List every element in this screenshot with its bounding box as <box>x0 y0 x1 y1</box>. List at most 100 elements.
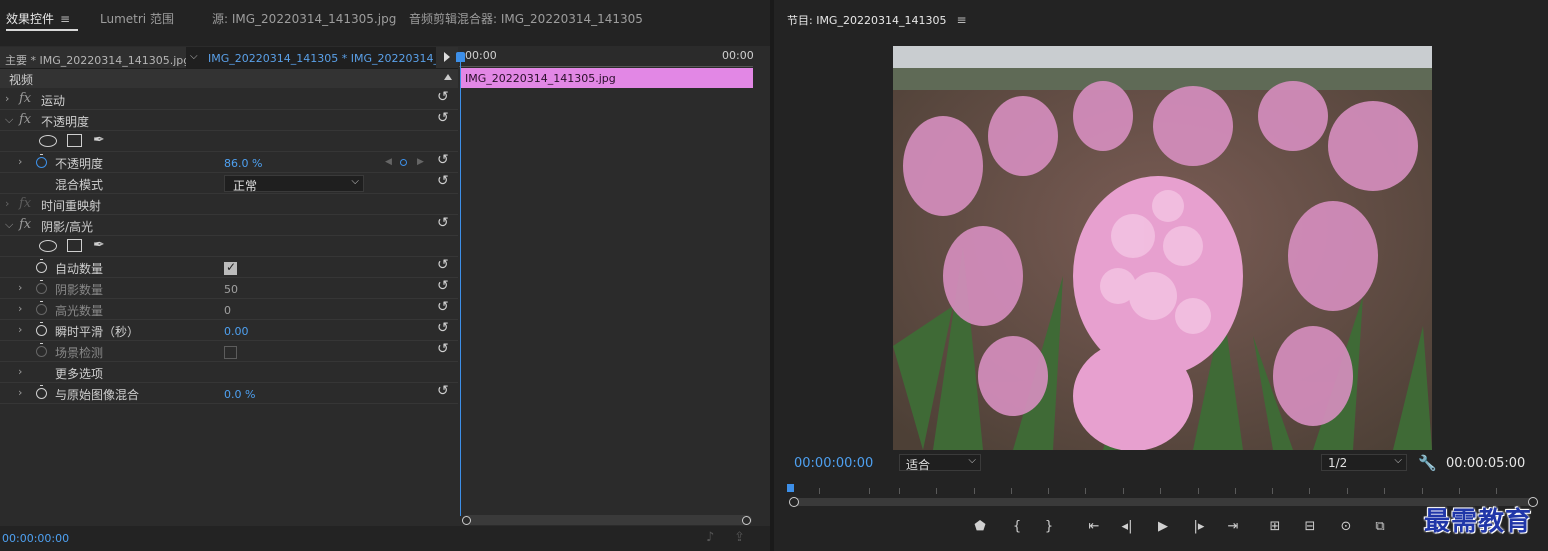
effect-timeline[interactable] <box>459 47 753 522</box>
stopwatch-icon <box>36 301 47 315</box>
chevron-right-icon[interactable]: › <box>18 365 22 378</box>
effect-row-motion[interactable] <box>0 89 458 110</box>
stopwatch-icon[interactable] <box>36 322 47 336</box>
zoom-handle-left[interactable] <box>789 497 799 507</box>
timeline-clip[interactable]: IMG_20220314_141305.jpg <box>461 68 753 88</box>
source-master-label[interactable]: 主要 * IMG_20220314_141305.jpg <box>5 52 190 68</box>
pen-mask-icon[interactable]: ✒ <box>93 132 105 148</box>
stopwatch-icon <box>36 343 47 357</box>
fx-icon[interactable]: fx <box>19 91 31 106</box>
program-time-ruler[interactable] <box>789 480 1535 496</box>
stopwatch-icon[interactable] <box>36 385 47 399</box>
reset-icon[interactable]: ↺ <box>437 110 449 126</box>
next-keyframe-icon[interactable]: ▶ <box>417 157 424 167</box>
settings-wrench-icon[interactable]: 🔧 <box>1418 454 1437 472</box>
blend-original-value[interactable]: 0.0 % <box>224 388 255 401</box>
tab-effect-controls[interactable]: 效果控件 ≡ <box>6 10 70 27</box>
fx-icon[interactable]: fx <box>19 112 31 127</box>
effect-label-opacity: 不透明度 <box>41 115 90 129</box>
reset-icon[interactable]: ↺ <box>437 152 449 168</box>
chevron-right-icon[interactable]: › <box>18 155 22 168</box>
opacity-value[interactable]: 86.0 % <box>224 157 262 170</box>
program-duration: 00:00:05:00 <box>1446 456 1526 471</box>
scrollbar-handle-right[interactable] <box>742 516 751 525</box>
watermark-logo: 最需教育 <box>1424 507 1533 537</box>
stopwatch-icon[interactable] <box>36 259 47 273</box>
reset-icon[interactable]: ↺ <box>437 320 449 336</box>
property-label-opacity: 不透明度 <box>55 157 104 171</box>
source-clip-selector[interactable]: IMG_20220314_141305 * IMG_20220314_... <box>186 47 436 68</box>
chevron-down-icon[interactable]: ⌵ <box>5 113 13 127</box>
effect-label-time-remap: 时间重映射 <box>41 199 102 213</box>
reset-icon[interactable]: ↺ <box>437 257 449 273</box>
chevron-right-icon[interactable]: › <box>5 197 9 210</box>
chevron-right-icon[interactable]: › <box>18 323 22 336</box>
stopwatch-icon[interactable] <box>36 154 47 168</box>
reset-icon[interactable]: ↺ <box>437 215 449 231</box>
extract-icon[interactable]: ⊟ <box>1300 519 1320 534</box>
play-triangle-icon[interactable] <box>444 52 450 62</box>
tab-lumetri-scopes[interactable]: Lumetri 范围 <box>100 10 174 27</box>
reset-icon[interactable]: ↺ <box>437 173 449 189</box>
collapse-up-icon[interactable] <box>444 74 452 80</box>
rectangle-mask-icon[interactable] <box>67 134 82 147</box>
timeline-scrollbar[interactable] <box>462 515 752 525</box>
resolution-select[interactable]: 1/2 ⌵ <box>1321 454 1407 471</box>
prev-keyframe-icon[interactable]: ◀ <box>385 157 392 167</box>
audio-only-icon[interactable]: ♪ <box>706 530 714 545</box>
program-current-timecode[interactable]: 00:00:00:00 <box>794 456 873 471</box>
tab-audio-clip-mixer[interactable]: 音频剪辑混合器: IMG_20220314_141305 <box>409 10 643 27</box>
timeline-ruler[interactable] <box>459 62 753 67</box>
scrollbar-handle-left[interactable] <box>462 516 471 525</box>
reset-icon[interactable]: ↺ <box>437 299 449 315</box>
highlight-amount-value: 0 <box>224 304 231 317</box>
program-monitor-title[interactable]: 节目: IMG_20220314_141305 ≡ <box>787 12 967 28</box>
effect-controls-footer <box>0 526 770 551</box>
export-frame-icon[interactable]: ⊙ <box>1336 519 1356 534</box>
panel-menu-icon[interactable]: ≡ <box>60 12 70 26</box>
pen-mask-icon[interactable]: ✒ <box>93 237 105 253</box>
reset-icon[interactable]: ↺ <box>437 341 449 357</box>
chevron-right-icon[interactable]: › <box>5 92 9 105</box>
rectangle-mask-icon[interactable] <box>67 239 82 252</box>
chevron-down-icon: ⌵ <box>1394 455 1402 466</box>
program-zoom-scrollbar[interactable] <box>792 498 1533 506</box>
mark-in-icon[interactable]: { <box>1007 519 1027 534</box>
program-playhead[interactable] <box>787 484 794 492</box>
playhead-handle[interactable] <box>456 52 465 62</box>
tab-source[interactable]: 源: IMG_20220314_141305.jpg <box>212 10 396 27</box>
panel-menu-icon[interactable]: ≡ <box>956 13 966 27</box>
reset-icon[interactable]: ↺ <box>437 278 449 294</box>
compare-view-icon[interactable]: ⧉ <box>1370 519 1390 534</box>
step-forward-icon[interactable]: |▸ <box>1189 519 1209 534</box>
playhead-line <box>460 54 461 516</box>
property-label-more-options: 更多选项 <box>55 367 104 381</box>
blend-mode-select[interactable]: 正常 ⌵ <box>224 175 364 193</box>
ellipse-mask-icon[interactable] <box>39 240 57 252</box>
reset-icon[interactable]: ↺ <box>437 89 449 105</box>
lift-icon[interactable]: ⊞ <box>1265 519 1285 534</box>
chevron-right-icon[interactable]: › <box>18 302 22 315</box>
chevron-right-icon[interactable]: › <box>18 281 22 294</box>
ellipse-mask-icon[interactable] <box>39 135 57 147</box>
reset-icon[interactable]: ↺ <box>437 383 449 399</box>
add-marker-icon[interactable]: ⬟ <box>970 519 990 534</box>
step-back-icon[interactable]: ◂| <box>1117 519 1137 534</box>
auto-amount-checkbox[interactable] <box>224 260 237 275</box>
chevron-down-icon[interactable]: ⌵ <box>5 218 13 232</box>
play-icon[interactable]: ▶ <box>1153 519 1173 534</box>
go-to-out-icon[interactable]: ⇥ <box>1223 519 1243 534</box>
fit-select[interactable]: 适合 ⌵ <box>899 454 981 472</box>
chevron-down-icon[interactable]: ⌵ <box>190 51 198 62</box>
mark-out-icon[interactable]: } <box>1039 519 1059 534</box>
export-icon[interactable]: ⇪ <box>734 530 745 545</box>
scene-detect-checkbox[interactable] <box>224 346 237 359</box>
current-timecode[interactable]: 00:00:00:00 <box>2 532 69 545</box>
blend-mode-value: 正常 <box>233 179 258 193</box>
add-keyframe-icon[interactable] <box>400 159 407 166</box>
chevron-down-icon: ⌵ <box>351 176 359 187</box>
temporal-smoothing-value[interactable]: 0.00 <box>224 325 249 338</box>
go-to-in-icon[interactable]: ⇤ <box>1084 519 1104 534</box>
chevron-right-icon[interactable]: › <box>18 386 22 399</box>
fx-icon[interactable]: fx <box>19 217 31 232</box>
